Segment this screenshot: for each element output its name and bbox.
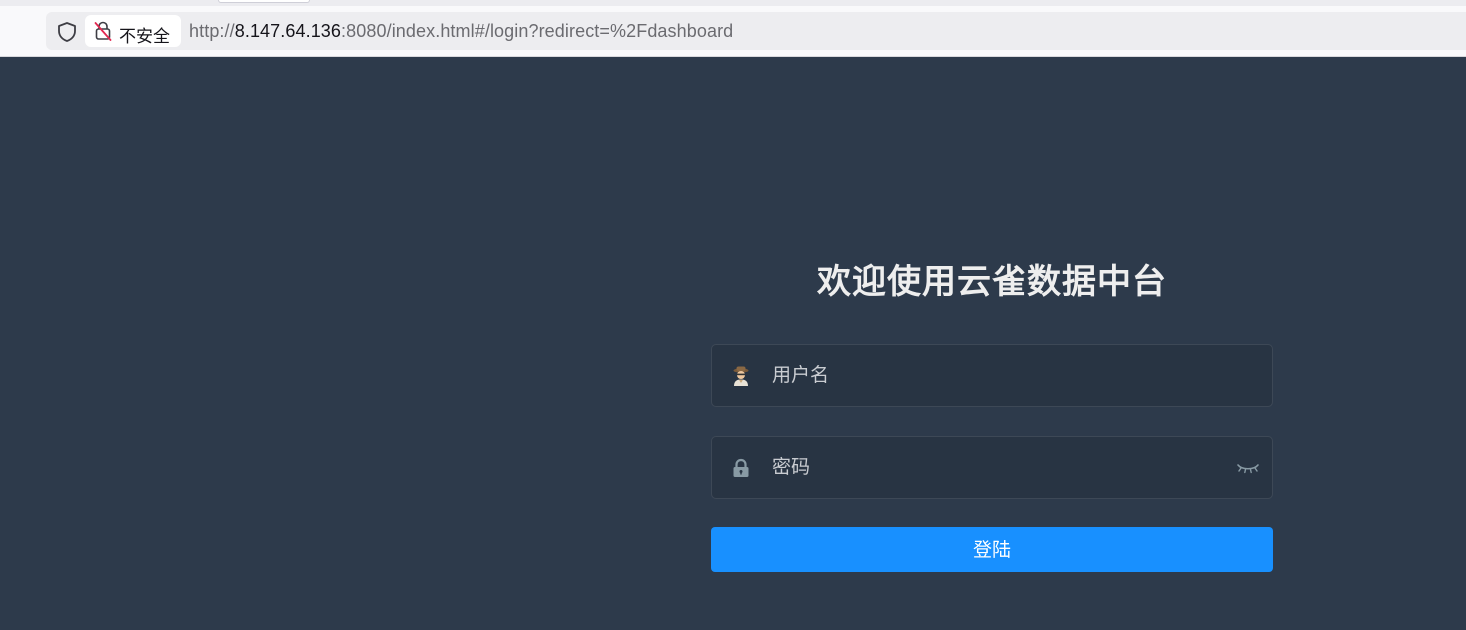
shield-icon[interactable] bbox=[56, 21, 78, 43]
password-field[interactable] bbox=[711, 436, 1273, 499]
security-indicator[interactable]: 不安全 bbox=[85, 15, 181, 47]
user-avatar-icon bbox=[733, 366, 749, 386]
login-button[interactable]: 登陆 bbox=[711, 527, 1273, 572]
browser-chrome: 不安全 http://8.147.64.136:8080/index.html#… bbox=[0, 0, 1466, 57]
url-path: :8080/index.html#/login?redirect=%2Fdash… bbox=[341, 21, 734, 41]
security-label: 不安全 bbox=[119, 27, 170, 46]
url-host: 8.147.64.136 bbox=[234, 21, 342, 41]
page-title: 欢迎使用云雀数据中台 bbox=[817, 263, 1167, 301]
lock-icon bbox=[733, 458, 749, 477]
active-tab-edge[interactable] bbox=[218, 0, 310, 3]
insecure-lock-icon bbox=[94, 21, 112, 41]
eye-closed-icon[interactable] bbox=[1236, 459, 1260, 477]
username-input[interactable] bbox=[772, 345, 1232, 406]
url-text[interactable]: http://8.147.64.136:8080/index.html#/log… bbox=[189, 21, 733, 42]
username-field[interactable] bbox=[711, 344, 1273, 407]
url-scheme: http:// bbox=[189, 21, 235, 41]
password-input[interactable] bbox=[772, 437, 1232, 498]
